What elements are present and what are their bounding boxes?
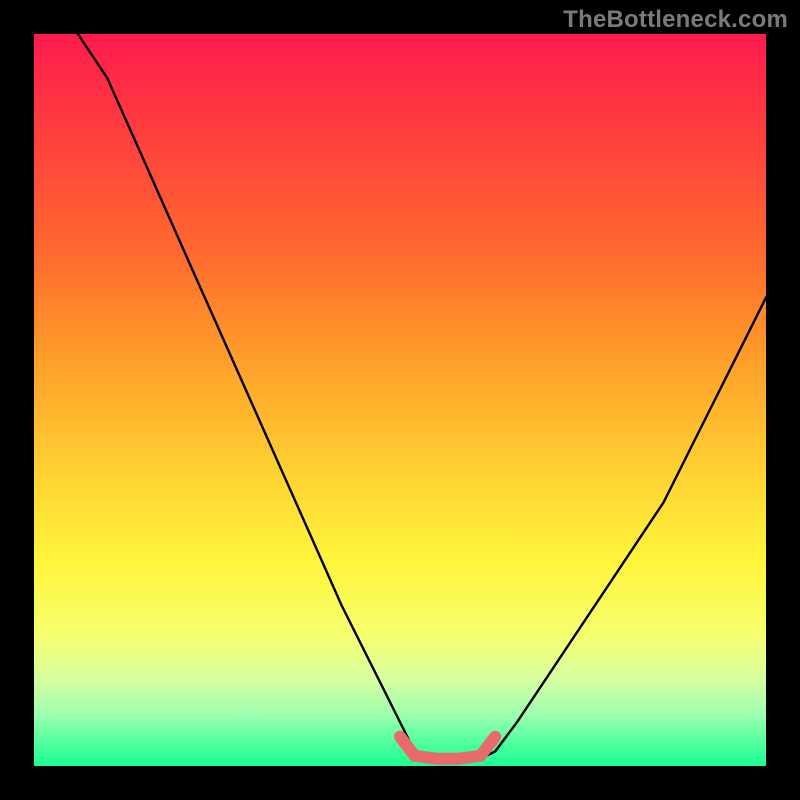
watermark-text: TheBottleneck.com [563, 6, 788, 34]
red-bottom-segment [400, 737, 495, 759]
curve-layer [34, 34, 766, 766]
black-curve [78, 34, 766, 759]
plot-area [34, 34, 766, 766]
chart-frame: TheBottleneck.com [0, 0, 800, 800]
